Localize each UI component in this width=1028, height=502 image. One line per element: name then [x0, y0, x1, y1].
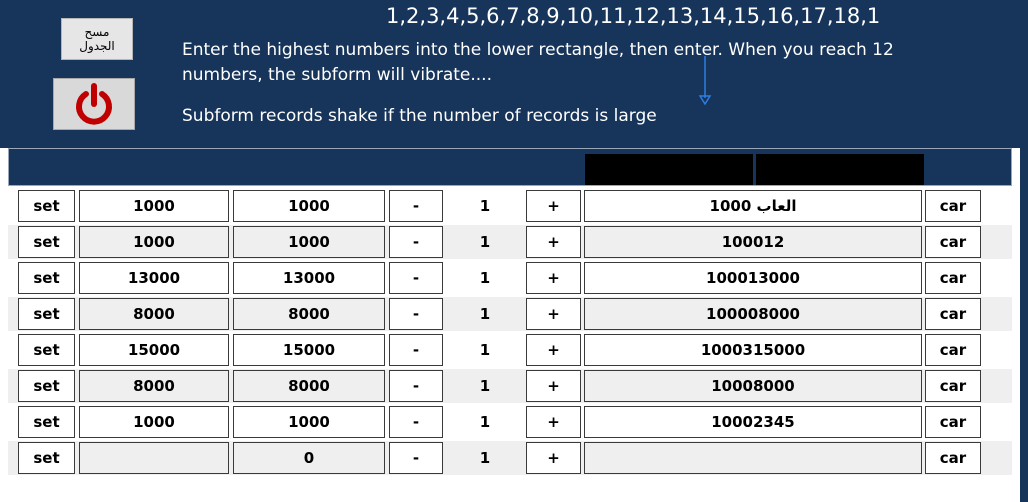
- car-button[interactable]: car: [925, 190, 981, 222]
- set-button[interactable]: set: [18, 406, 75, 438]
- item-name-field[interactable]: 100008000: [584, 298, 922, 330]
- quantity-field[interactable]: 1: [447, 226, 523, 258]
- set-button[interactable]: set: [18, 226, 75, 258]
- increment-button[interactable]: +: [526, 226, 581, 258]
- decrement-button[interactable]: -: [389, 406, 443, 438]
- item-name-field[interactable]: العاب 1000: [584, 190, 922, 222]
- window-edge: [1020, 0, 1028, 502]
- increment-button[interactable]: +: [526, 298, 581, 330]
- decrement-button[interactable]: -: [389, 262, 443, 294]
- increment-button[interactable]: +: [526, 406, 581, 438]
- set-button[interactable]: set: [18, 334, 75, 366]
- item-name-field[interactable]: 100013000: [584, 262, 922, 294]
- value2-field[interactable]: 13000: [233, 262, 385, 294]
- value1-field[interactable]: 1000: [79, 226, 229, 258]
- set-button[interactable]: set: [18, 370, 75, 402]
- quantity-field[interactable]: 1: [447, 334, 523, 366]
- quantity-field[interactable]: 1: [447, 406, 523, 438]
- value1-field[interactable]: 1000: [79, 406, 229, 438]
- decrement-button[interactable]: -: [389, 334, 443, 366]
- quantity-field[interactable]: 1: [447, 298, 523, 330]
- table-row: set 13000 13000 - 1 + 100013000 car: [8, 261, 1012, 295]
- power-icon: [76, 83, 112, 125]
- quantity-field[interactable]: 1: [447, 370, 523, 402]
- table-row: set 0 - 1 + car: [8, 441, 1012, 475]
- quantity-field[interactable]: 1: [447, 442, 523, 474]
- item-name-field[interactable]: 1000315000: [584, 334, 922, 366]
- item-name-field[interactable]: 100012: [584, 226, 922, 258]
- value2-field[interactable]: 1000: [233, 406, 385, 438]
- form-header-area: مسح الجدول 1,2,3,4,5,6,7,8,9,10,11,12,13…: [0, 0, 1028, 150]
- set-button[interactable]: set: [18, 190, 75, 222]
- decrement-button[interactable]: -: [389, 226, 443, 258]
- table-row: set 8000 8000 - 1 + 10008000 car: [8, 369, 1012, 403]
- value2-field[interactable]: 8000: [233, 298, 385, 330]
- increment-button[interactable]: +: [526, 262, 581, 294]
- car-button[interactable]: car: [925, 406, 981, 438]
- quantity-field[interactable]: 1: [447, 190, 523, 222]
- table-row: set 1000 1000 - 1 + 100012 car: [8, 225, 1012, 259]
- value1-field[interactable]: 1000: [79, 190, 229, 222]
- value2-field[interactable]: 0: [233, 442, 385, 474]
- decrement-button[interactable]: -: [389, 370, 443, 402]
- increment-button[interactable]: +: [526, 190, 581, 222]
- item-name-field[interactable]: 10008000: [584, 370, 922, 402]
- value1-field[interactable]: 8000: [79, 298, 229, 330]
- subform: set 1000 1000 - 1 + العاب 1000 car set 1…: [0, 148, 1020, 502]
- header-box-left: [585, 154, 753, 185]
- note-text: Subform records shake if the number of r…: [182, 106, 657, 126]
- car-button[interactable]: car: [925, 226, 981, 258]
- item-name-field[interactable]: [584, 442, 922, 474]
- subform-header: [8, 148, 1012, 186]
- table-row: set 1000 1000 - 1 + العاب 1000 car: [8, 189, 1012, 223]
- header-box-right: [756, 154, 924, 185]
- value2-field[interactable]: 1000: [233, 190, 385, 222]
- decrement-button[interactable]: -: [389, 190, 443, 222]
- table-row: set 1000 1000 - 1 + 10002345 car: [8, 405, 1012, 439]
- number-sequence: 1,2,3,4,5,6,7,8,9,10,11,12,13,14,15,16,1…: [386, 4, 881, 28]
- value1-field[interactable]: 13000: [79, 262, 229, 294]
- increment-button[interactable]: +: [526, 370, 581, 402]
- arrow-down-icon: [698, 56, 712, 106]
- value1-field[interactable]: [79, 442, 229, 474]
- value2-field[interactable]: 15000: [233, 334, 385, 366]
- set-button[interactable]: set: [18, 298, 75, 330]
- clear-table-button[interactable]: مسح الجدول: [61, 18, 133, 60]
- decrement-button[interactable]: -: [389, 298, 443, 330]
- increment-button[interactable]: +: [526, 334, 581, 366]
- power-button[interactable]: [53, 78, 135, 130]
- table-row: set 8000 8000 - 1 + 100008000 car: [8, 297, 1012, 331]
- set-button[interactable]: set: [18, 262, 75, 294]
- decrement-button[interactable]: -: [389, 442, 443, 474]
- value2-field[interactable]: 1000: [233, 226, 385, 258]
- car-button[interactable]: car: [925, 262, 981, 294]
- value2-field[interactable]: 8000: [233, 370, 385, 402]
- car-button[interactable]: car: [925, 370, 981, 402]
- car-button[interactable]: car: [925, 298, 981, 330]
- set-button[interactable]: set: [18, 442, 75, 474]
- increment-button[interactable]: +: [526, 442, 581, 474]
- table-row: set 15000 15000 - 1 + 1000315000 car: [8, 333, 1012, 367]
- value1-field[interactable]: 15000: [79, 334, 229, 366]
- item-name-field[interactable]: 10002345: [584, 406, 922, 438]
- quantity-field[interactable]: 1: [447, 262, 523, 294]
- car-button[interactable]: car: [925, 334, 981, 366]
- value1-field[interactable]: 8000: [79, 370, 229, 402]
- instructions-text: Enter the highest numbers into the lower…: [182, 40, 894, 85]
- car-button[interactable]: car: [925, 442, 981, 474]
